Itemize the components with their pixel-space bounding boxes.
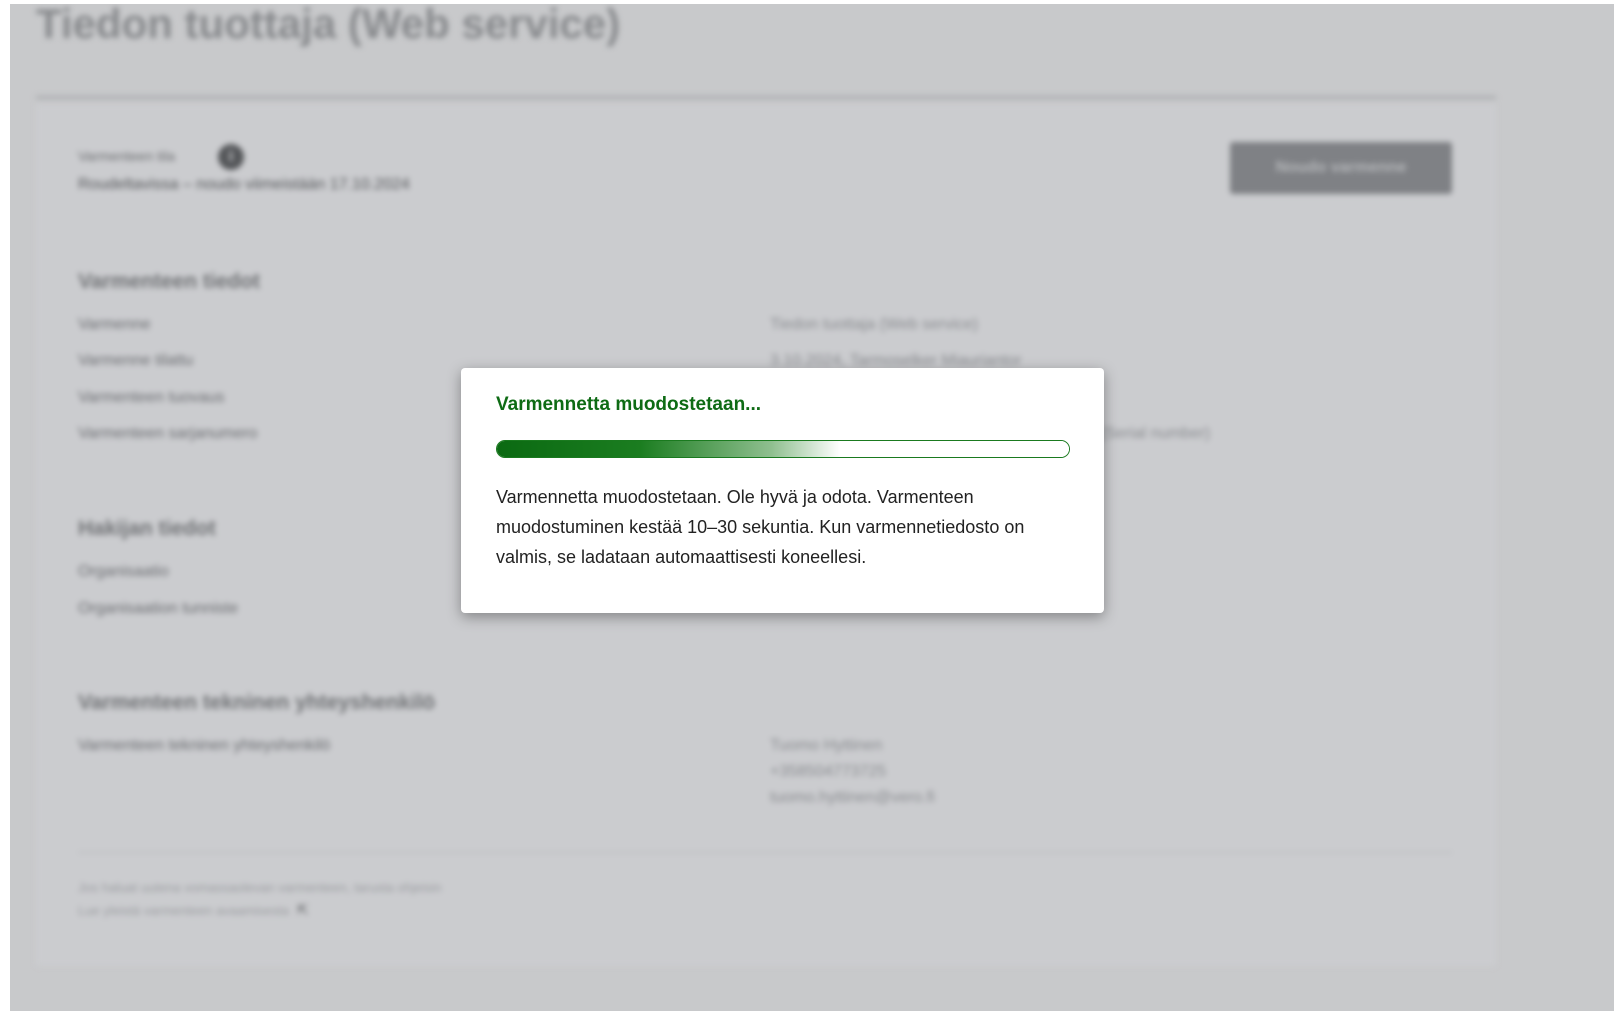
footer-divider xyxy=(78,852,1452,853)
field-label-technical-contact: Varmenteen tekninen yhteyshenkilö xyxy=(78,737,331,754)
field-label-organisation-id: Organisaation tunniste xyxy=(78,600,239,617)
dialog-message: Varmennetta muodostetaan. Ole hyvä ja od… xyxy=(496,487,1025,567)
field-label-usage: Varmenteen tuovaus xyxy=(78,389,225,406)
field-label-ordered: Varmenne tilattu xyxy=(78,352,194,369)
title-divider xyxy=(36,96,1496,99)
external-link-icon: ⇱ xyxy=(297,902,309,918)
footer-note: Jos haluat uutena vomassaolevan varmente… xyxy=(78,880,442,895)
field-label-certificate: Varmenne xyxy=(78,316,151,333)
progress-bar-fill xyxy=(497,441,1069,457)
technical-contact-heading: Varmenteen tekninen yhteyshenkilö xyxy=(78,691,436,714)
fetch-certificate-button[interactable]: Noudo varmenne xyxy=(1230,142,1452,194)
progress-bar xyxy=(496,440,1070,458)
info-icon[interactable]: i xyxy=(218,144,244,170)
contact-phone: +358504773725 xyxy=(770,763,887,780)
app-viewport: Tiedon tuottaja (Web service) Varmenteen… xyxy=(10,4,1614,1011)
field-value-serial: (Serial number) xyxy=(1100,425,1211,442)
footer-link[interactable]: Lue yleistä varmenteen avaamisesta ⇱ xyxy=(78,902,309,919)
dialog-title: Varmennetta muodostetaan... xyxy=(496,394,762,415)
contact-name: Tuomo Hyttinen xyxy=(770,737,883,754)
cert-status-value: Roudeltavissa – noudo viimeistään 17.10.… xyxy=(78,176,410,193)
page-title: Tiedon tuottaja (Web service) xyxy=(36,4,621,47)
contact-email: tuomo.hyttinen@vero.fi xyxy=(770,789,935,806)
cert-status-label: Varmenteen tila xyxy=(78,148,176,164)
footer-link-label[interactable]: Lue yleistä varmenteen avaamisesta xyxy=(78,903,289,918)
certificate-info-heading: Varmenteen tiedot xyxy=(78,270,261,293)
progress-dialog: Varmennetta muodostetaan... Varmennetta … xyxy=(461,368,1104,613)
applicant-info-heading: Hakijan tiedot xyxy=(78,517,216,540)
field-label-organisation: Organisaatio xyxy=(78,563,169,580)
field-label-serial: Varmenteen sarjanumero xyxy=(78,425,258,442)
field-value-certificate: Tiedon tuottaja (Web service) xyxy=(770,316,979,333)
